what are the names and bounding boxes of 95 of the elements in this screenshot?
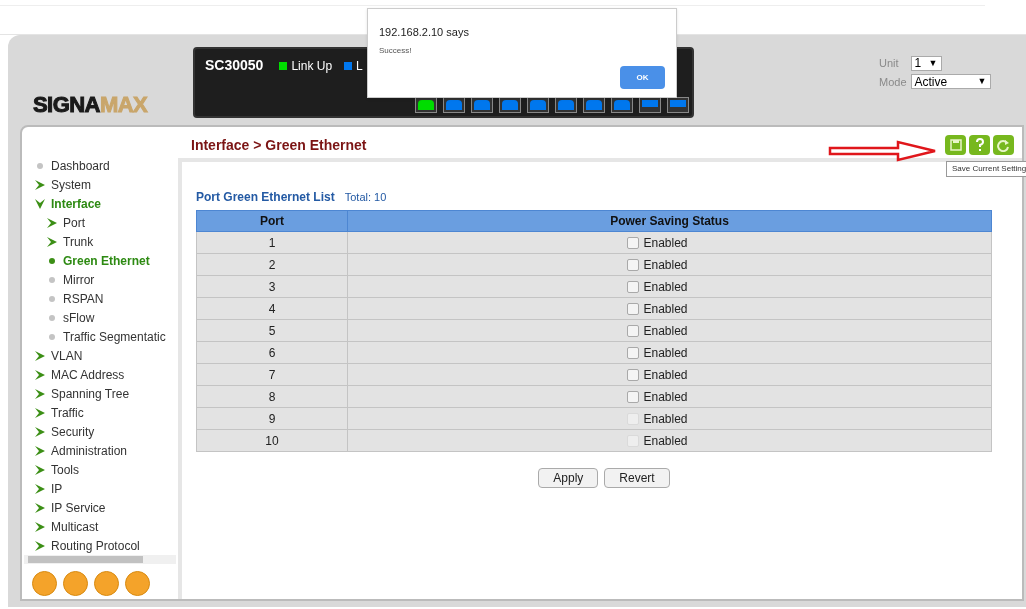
sidebar-item[interactable]: MAC Address	[51, 365, 125, 384]
bullet-icon	[49, 277, 55, 284]
table-cell: 4	[196, 297, 348, 320]
question-mark-icon	[974, 138, 985, 152]
mode-select[interactable]: Active ▼	[910, 74, 991, 90]
bullet-icon	[49, 315, 55, 322]
table-cell: 8	[196, 385, 348, 408]
checkbox-label: Enabled	[643, 432, 688, 450]
sidebar-item[interactable]: Dashboard	[51, 157, 110, 176]
sidebar-item[interactable]: Spanning Tree	[51, 384, 130, 403]
sidebar-item[interactable]: Trunk	[63, 233, 94, 252]
table-cell: 7	[196, 363, 348, 386]
bullet-icon	[49, 334, 55, 341]
chevron-right-icon[interactable]	[34, 444, 46, 457]
legend-label: L	[356, 57, 363, 75]
checkbox-label: Enabled	[643, 278, 688, 296]
table-cell: 5	[196, 319, 348, 342]
chevron-right-icon[interactable]	[34, 368, 46, 381]
checkbox-label: Enabled	[643, 322, 688, 340]
bullet-icon	[49, 258, 55, 265]
total-count: Total: 10	[344, 190, 387, 205]
checkbox[interactable]	[627, 368, 640, 381]
sidebar-item[interactable]: System	[51, 176, 91, 195]
table-cell: 10	[196, 429, 348, 452]
sidebar-item[interactable]: Traffic	[51, 403, 84, 422]
mode-label: Mode	[879, 74, 907, 90]
checkbox[interactable]	[627, 280, 640, 293]
sidebar-item[interactable]: Security	[51, 422, 95, 441]
chevron-right-icon[interactable]	[34, 387, 46, 400]
bullet-icon	[49, 296, 55, 303]
chevron-right-icon[interactable]	[34, 520, 46, 533]
table-cell: 6	[196, 341, 348, 364]
unit-label: Unit	[879, 56, 900, 71]
help-button[interactable]	[969, 135, 990, 155]
sidebar-item[interactable]: Interface	[51, 195, 102, 214]
save-button[interactable]	[945, 135, 966, 155]
chevron-right-icon[interactable]	[34, 501, 46, 514]
chevron-right-icon[interactable]	[46, 236, 58, 249]
bullet-icon	[37, 163, 43, 170]
sfp-port-icon[interactable]	[667, 97, 689, 113]
action-button[interactable]: Revert	[604, 468, 670, 488]
refresh-button[interactable]	[993, 135, 1014, 155]
checkbox-label: Enabled	[643, 344, 688, 362]
checkbox[interactable]	[627, 346, 640, 359]
sidebar-item[interactable]: Administration	[51, 441, 128, 460]
sidebar-item[interactable]: Tools	[51, 460, 79, 479]
checkbox-label: Enabled	[643, 410, 688, 428]
table-cell: 3	[196, 275, 348, 298]
checkbox-label: Enabled	[643, 256, 688, 274]
sidebar-item[interactable]: VLAN	[51, 347, 83, 365]
chevron-right-icon[interactable]	[34, 482, 46, 495]
checkbox-label: Enabled	[643, 388, 688, 406]
legend-label: Link Up	[291, 57, 333, 75]
checkbox[interactable]	[627, 324, 640, 337]
chevron-right-icon[interactable]	[34, 463, 46, 476]
column-header: Power Saving Status	[347, 210, 992, 232]
sidebar-item[interactable]: RSPAN	[63, 290, 104, 309]
switch-model: SC30050	[205, 56, 264, 75]
breadcrumb: Interface > Green Ethernet	[191, 136, 367, 155]
dialog-title: 192.168.2.10 says	[379, 25, 469, 40]
checkbox-label: Enabled	[643, 300, 688, 318]
sidebar-item[interactable]: Green Ethernet	[63, 252, 150, 271]
chevron-right-icon[interactable]	[34, 350, 46, 362]
sidebar-item[interactable]: Traffic Segmentatic	[63, 328, 166, 347]
sidebar-item[interactable]: Multicast	[51, 517, 99, 536]
checkbox[interactable]	[627, 302, 640, 315]
list-title: Port Green Ethernet List	[196, 189, 335, 206]
horizontal-scrollbar[interactable]	[24, 555, 176, 564]
unit-select[interactable]: 1 ▼	[910, 55, 942, 71]
checkbox-label: Enabled	[643, 366, 688, 384]
dialog-message: Success!	[379, 45, 412, 57]
sidebar-item[interactable]: IP Service	[51, 498, 106, 517]
checkbox[interactable]	[627, 236, 640, 249]
column-header: Port	[196, 210, 348, 232]
chevron-right-icon[interactable]	[34, 179, 46, 192]
chevron-right-icon[interactable]	[34, 539, 46, 552]
sidebar-item[interactable]: IP	[51, 479, 63, 498]
chevron-right-icon[interactable]	[46, 217, 58, 230]
checkbox-label: Enabled	[643, 234, 688, 252]
chevron-down-icon[interactable]	[34, 198, 46, 211]
sidebar-item[interactable]: Mirror	[63, 271, 95, 290]
tooltip: Save Current Setting	[946, 161, 1026, 177]
chevron-right-icon[interactable]	[34, 406, 46, 419]
table-cell: 1	[196, 231, 348, 254]
sidebar-item[interactable]: Routing Protocol	[51, 536, 140, 555]
sidebar-item[interactable]: sFlow	[63, 309, 95, 328]
logo: SIGNAMAX	[33, 92, 148, 117]
sidebar-item[interactable]: Port	[63, 214, 85, 233]
table-cell: 9	[196, 407, 348, 430]
action-button[interactable]: Apply	[538, 468, 599, 488]
checkbox[interactable]	[627, 258, 640, 271]
checkbox[interactable]	[627, 390, 640, 403]
refresh-icon	[997, 138, 1010, 152]
chevron-right-icon[interactable]	[34, 425, 46, 438]
table-cell: 2	[196, 253, 348, 276]
